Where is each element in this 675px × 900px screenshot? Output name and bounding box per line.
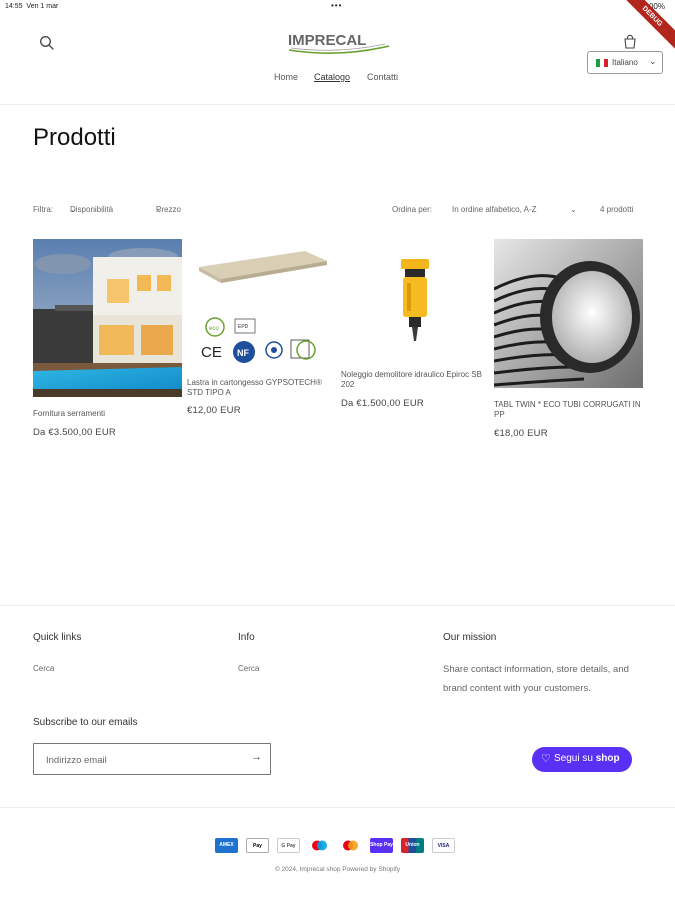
product-image[interactable]: eco EPD CE NF <box>187 239 336 371</box>
nav-contatti[interactable]: Contatti <box>367 72 398 82</box>
footer-quick-links-heading: Quick links <box>33 632 82 643</box>
product-card[interactable]: Fornitura serramenti Da €3.500,00 EUR <box>33 239 182 439</box>
product-image[interactable] <box>494 239 643 388</box>
svg-text:CE: CE <box>201 344 222 361</box>
product-title[interactable]: Fornitura serramenti <box>33 409 182 419</box>
footer-mission-heading: Our mission <box>443 632 497 643</box>
svg-text:NF: NF <box>237 348 249 358</box>
product-card[interactable]: TABL TWIN * ECO TUBI CORRUGATI IN PP €18… <box>494 239 643 444</box>
union-pay-icon: Union Pay <box>401 838 424 863</box>
product-price: €18,00 EUR <box>494 428 548 439</box>
language-label: Italiano <box>612 58 638 67</box>
status-bar: 14:55 Ven 1 mar ••• ⊕ 100% <box>0 0 675 14</box>
shop-pay-icon: Shop Pay <box>370 838 393 853</box>
footer-mission-text: Share contact information, store details… <box>443 664 629 694</box>
arrow-right-icon[interactable]: → <box>251 751 262 763</box>
footer-link-cerca[interactable]: Cerca <box>238 664 259 673</box>
copyright: © 2024, Imprecal shop Powered by Shopify <box>274 866 401 873</box>
newsletter-form: → <box>33 743 271 775</box>
logo-text: IMPRECAL <box>288 32 366 49</box>
sort-select[interactable]: In ordine alfabetico, A-Z <box>452 205 537 214</box>
footer-divider <box>0 605 675 606</box>
mastercard-icon <box>339 838 362 853</box>
search-icon[interactable] <box>38 34 56 52</box>
chevron-down-icon: ⌄ <box>156 205 163 214</box>
brand-logo[interactable]: IMPRECAL <box>285 28 393 54</box>
product-card[interactable]: eco EPD CE NF Lastra in cartongesso GYPS… <box>187 239 336 439</box>
product-price: Da €3.500,00 EUR <box>33 427 116 438</box>
email-input[interactable] <box>46 752 236 768</box>
heart-icon: ♡ <box>541 753 551 765</box>
nav-catalogo[interactable]: Catalogo <box>314 72 350 82</box>
header-divider <box>0 104 675 105</box>
chevron-down-icon[interactable]: ⌄ <box>570 205 577 214</box>
follow-label: Segui su shop <box>554 753 620 764</box>
visa-icon: VISA <box>432 838 455 853</box>
status-time: 14:55 Ven 1 mar <box>5 3 59 10</box>
product-count: 4 prodotti <box>600 205 634 214</box>
svg-text:eco: eco <box>209 326 219 332</box>
chevron-down-icon: ⌄ <box>649 56 657 66</box>
status-dots: ••• <box>331 1 343 10</box>
page-title: Prodotti <box>33 124 116 151</box>
apple-pay-icon: Pay <box>246 838 269 853</box>
product-title[interactable]: TABL TWIN * ECO TUBI CORRUGATI IN PP <box>494 400 643 420</box>
product-price: €12,00 EUR <box>187 405 241 416</box>
product-card[interactable]: Noleggio demolitore idraulico Epiroc SB … <box>341 239 490 439</box>
product-price: Da €1.500,00 EUR <box>341 398 424 409</box>
nav-home[interactable]: Home <box>274 72 298 82</box>
maestro-icon <box>308 838 331 853</box>
product-title[interactable]: Lastra in cartongesso GYPSOTECH® STD TIP… <box>187 378 327 398</box>
sort-label: Ordina per: <box>392 205 433 214</box>
footer-divider <box>0 807 675 808</box>
italy-flag-icon <box>596 59 608 67</box>
cart-icon[interactable] <box>622 34 638 50</box>
product-title[interactable]: Noleggio demolitore idraulico Epiroc SB … <box>341 370 487 390</box>
language-selector[interactable]: Italiano ⌄ <box>587 51 663 74</box>
payment-icons: AMEX Pay G Pay Shop Pay Union Pay VISA <box>215 838 460 863</box>
subscribe-heading: Subscribe to our emails <box>33 717 138 728</box>
filter-label: Filtra: <box>33 205 53 214</box>
svg-text:EPD: EPD <box>238 324 249 330</box>
product-image[interactable] <box>341 239 490 357</box>
amex-icon: AMEX <box>215 838 238 853</box>
product-image[interactable] <box>33 239 182 397</box>
footer-info-heading: Info <box>238 632 255 643</box>
follow-on-shop-button[interactable]: ♡ Segui su shop <box>532 747 632 772</box>
google-pay-icon: G Pay <box>277 838 300 853</box>
chevron-down-icon: ⌄ <box>70 205 77 214</box>
footer-link-cerca[interactable]: Cerca <box>33 664 54 673</box>
